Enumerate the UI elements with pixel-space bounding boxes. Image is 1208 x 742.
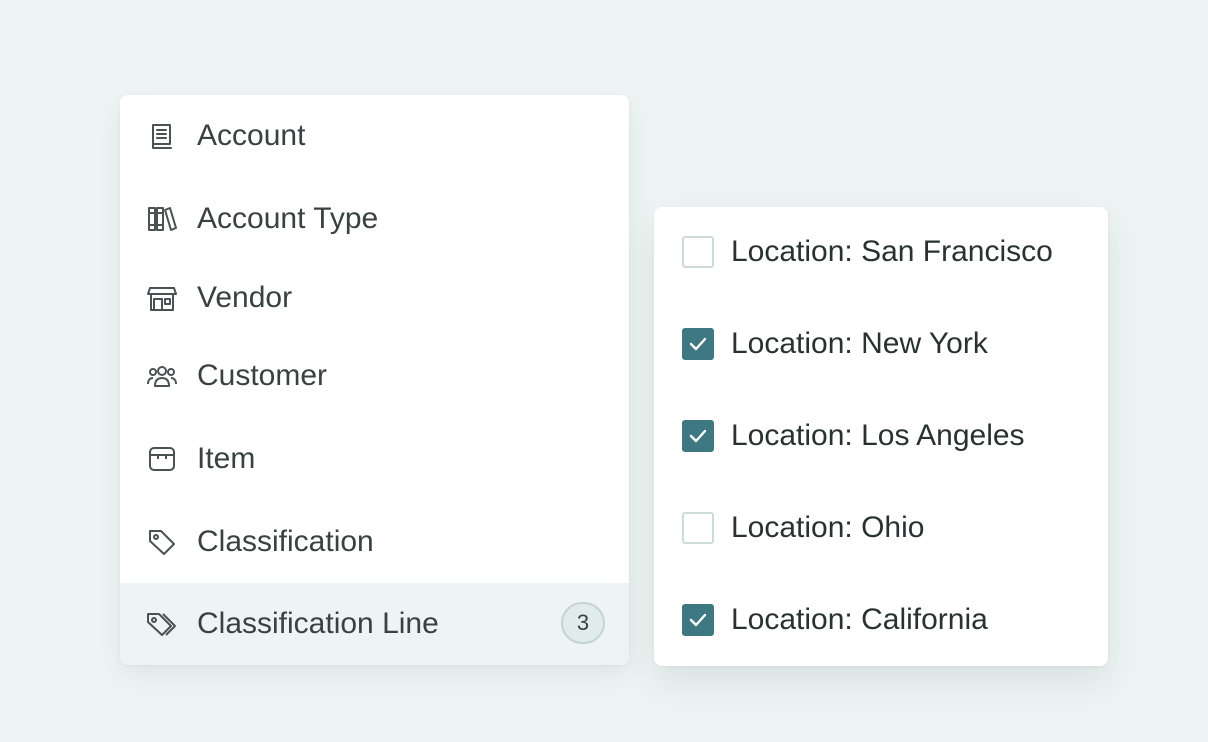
menu-item-account[interactable]: Account <box>120 95 629 177</box>
menu-item-classification-line[interactable]: Classification Line 3 <box>120 583 629 665</box>
menu-item-customer[interactable]: Customer <box>120 335 629 417</box>
menu-item-account-type[interactable]: Account Type <box>120 178 629 260</box>
books-icon <box>146 203 178 235</box>
option-los-angeles[interactable]: Location: Los Angeles <box>654 408 1108 464</box>
option-ohio[interactable]: Location: Ohio <box>654 500 1108 556</box>
option-san-francisco[interactable]: Location: San Francisco <box>654 224 1108 280</box>
option-label: Location: Los Angeles <box>731 419 1025 452</box>
menu-item-label: Account Type <box>197 202 379 235</box>
option-label: Location: California <box>731 603 988 636</box>
menu-item-label: Classification <box>197 525 374 558</box>
option-label: Location: New York <box>731 327 988 360</box>
checkmark-icon <box>689 429 707 443</box>
menu-item-label: Classification Line <box>197 607 439 640</box>
menu-item-label: Vendor <box>197 281 293 314</box>
option-label: Location: San Francisco <box>731 235 1053 268</box>
ledger-book-icon <box>146 120 178 152</box>
box-icon <box>146 443 178 475</box>
menu-item-label: Item <box>197 442 256 475</box>
checkbox-checked[interactable] <box>682 328 714 360</box>
option-new-york[interactable]: Location: New York <box>654 316 1108 372</box>
tag-icon <box>146 526 178 558</box>
checkbox-unchecked[interactable] <box>682 236 714 268</box>
checkbox-unchecked[interactable] <box>682 512 714 544</box>
classification-options-panel: Location: San Francisco Location: New Yo… <box>654 207 1108 666</box>
users-group-icon <box>146 360 178 392</box>
menu-item-label: Customer <box>197 359 328 392</box>
checkbox-checked[interactable] <box>682 604 714 636</box>
checkmark-icon <box>689 337 707 351</box>
tags-icon <box>146 608 178 640</box>
storefront-icon <box>146 282 178 314</box>
menu-item-item[interactable]: Item <box>120 418 629 500</box>
checkbox-checked[interactable] <box>682 420 714 452</box>
menu-item-classification[interactable]: Classification <box>120 501 629 583</box>
menu-item-label: Account <box>197 119 306 152</box>
filter-category-menu: Account Account Type Vendor Customer Ite… <box>120 95 629 665</box>
selected-count-badge: 3 <box>561 602 605 644</box>
menu-item-vendor[interactable]: Vendor <box>120 257 629 339</box>
option-california[interactable]: Location: California <box>654 592 1108 648</box>
option-label: Location: Ohio <box>731 511 925 544</box>
checkmark-icon <box>689 613 707 627</box>
